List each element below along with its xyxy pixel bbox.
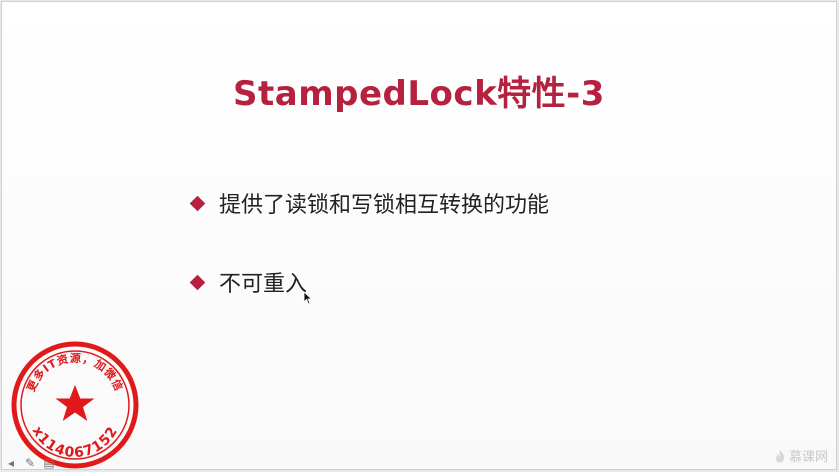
bullet-text: 提供了读锁和写锁相互转换的功能 xyxy=(219,193,550,218)
bullet-item: 提供了读锁和写锁相互转换的功能 xyxy=(189,187,550,219)
arrow-left-icon[interactable]: ◂ xyxy=(4,456,18,470)
bullet-item: 不可重入 xyxy=(189,266,308,298)
seal-stamp: 更多IT资源，加微信 x114067152 xyxy=(11,341,139,469)
diamond-bullet-icon xyxy=(189,274,206,290)
mouse-cursor-icon xyxy=(303,291,313,305)
slide-title: StampedLock特性-3 xyxy=(233,74,605,114)
watermark-label: 慕课网 xyxy=(788,450,828,465)
slides-icon[interactable]: ▤ xyxy=(42,456,56,470)
slideshow-controls: ◂ ✎ ▤ xyxy=(4,456,56,470)
star-icon xyxy=(55,385,95,421)
bullet-text: 不可重入 xyxy=(219,272,308,297)
diamond-bullet-icon xyxy=(189,195,206,211)
watermark: 慕课网 xyxy=(774,446,828,465)
pen-icon[interactable]: ✎ xyxy=(23,456,37,470)
flame-icon xyxy=(775,449,785,462)
